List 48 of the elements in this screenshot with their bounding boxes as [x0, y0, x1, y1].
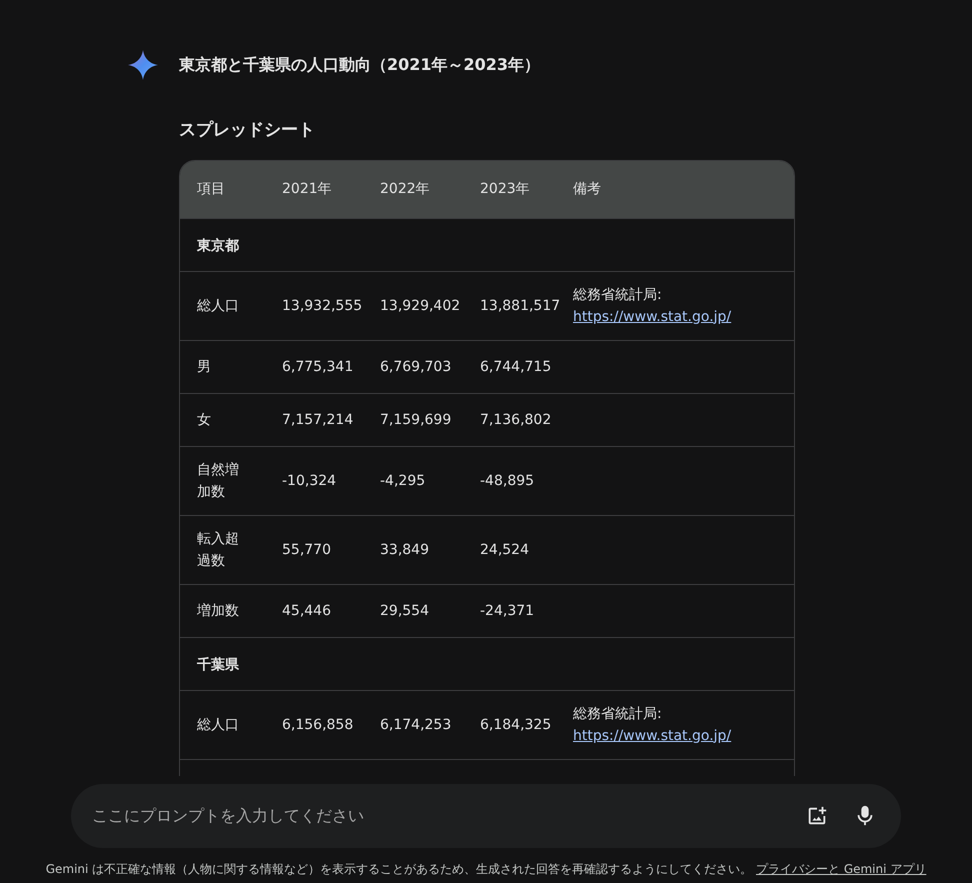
table-cell: 7,159,699	[380, 412, 452, 428]
source-link[interactable]: https://www.stat.go.jp/	[573, 724, 732, 746]
row-label: 総人口	[197, 296, 240, 316]
table-cell: 13,881,517	[480, 298, 560, 314]
sparkle-icon	[128, 50, 158, 80]
row-label: 男	[197, 358, 212, 376]
column-header: 2022年	[380, 180, 430, 196]
table-cell: 7,157,214	[282, 412, 354, 428]
microphone-icon[interactable]	[855, 805, 875, 827]
table-cell: 6,174,253	[380, 716, 452, 732]
prompt-input[interactable]: ここにプロンプトを入力してください	[92, 804, 796, 828]
table-cell: 6,184,325	[480, 716, 552, 732]
table-cell: -4,295	[380, 472, 426, 488]
row-label: 転入超過数	[197, 530, 240, 570]
table-cell: 45,446	[282, 602, 331, 618]
table-cell: 33,849	[380, 542, 429, 558]
privacy-link[interactable]: プライバシーと Gemini アプリ	[756, 862, 926, 876]
column-header: 備考	[573, 180, 601, 196]
table-cell: -24,371	[480, 602, 534, 618]
disclaimer-text: Gemini は不正確な情報（人物に関する情報など）を表示することがあるため、生成された回答を再確認するようにしてください。	[46, 862, 752, 876]
add-image-icon[interactable]	[806, 805, 828, 827]
table-cell: 24,524	[480, 542, 529, 558]
table-cell: 13,932,555	[282, 298, 362, 314]
section-label: 東京都	[197, 238, 239, 254]
column-header: 項目	[197, 180, 225, 196]
column-header: 2023年	[480, 180, 530, 196]
table-cell: 6,775,341	[282, 358, 354, 374]
table-cell: 6,769,703	[380, 358, 452, 374]
row-label: 自然増加数	[197, 460, 240, 502]
prompt-field[interactable]: ここにプロンプトを入力してください	[71, 784, 901, 848]
source-link[interactable]: https://www.stat.go.jp/	[573, 306, 732, 328]
column-header: 2021年	[282, 180, 332, 196]
row-label: 総人口	[197, 716, 240, 734]
table-cell: 13,929,402	[380, 298, 460, 314]
source-note: 総務省統計局:	[573, 704, 662, 724]
row-label: 女	[197, 410, 212, 430]
table-cell: 55,770	[282, 542, 331, 558]
table-cell: -10,324	[282, 472, 336, 488]
table-cell: 6,744,715	[480, 358, 552, 374]
table-cell: 7,136,802	[480, 412, 552, 428]
response-title: 東京都と千葉県の人口動向（2021年～2023年）	[179, 54, 540, 76]
table-cell: 6,156,858	[282, 716, 354, 732]
table-cell: 29,554	[380, 602, 429, 618]
source-note: 総務省統計局:	[573, 286, 662, 304]
section-heading: スプレッドシート	[179, 119, 316, 142]
section-label: 千葉県	[197, 656, 239, 672]
row-label: 増加数	[197, 602, 240, 620]
table-cell: -48,895	[480, 472, 534, 488]
